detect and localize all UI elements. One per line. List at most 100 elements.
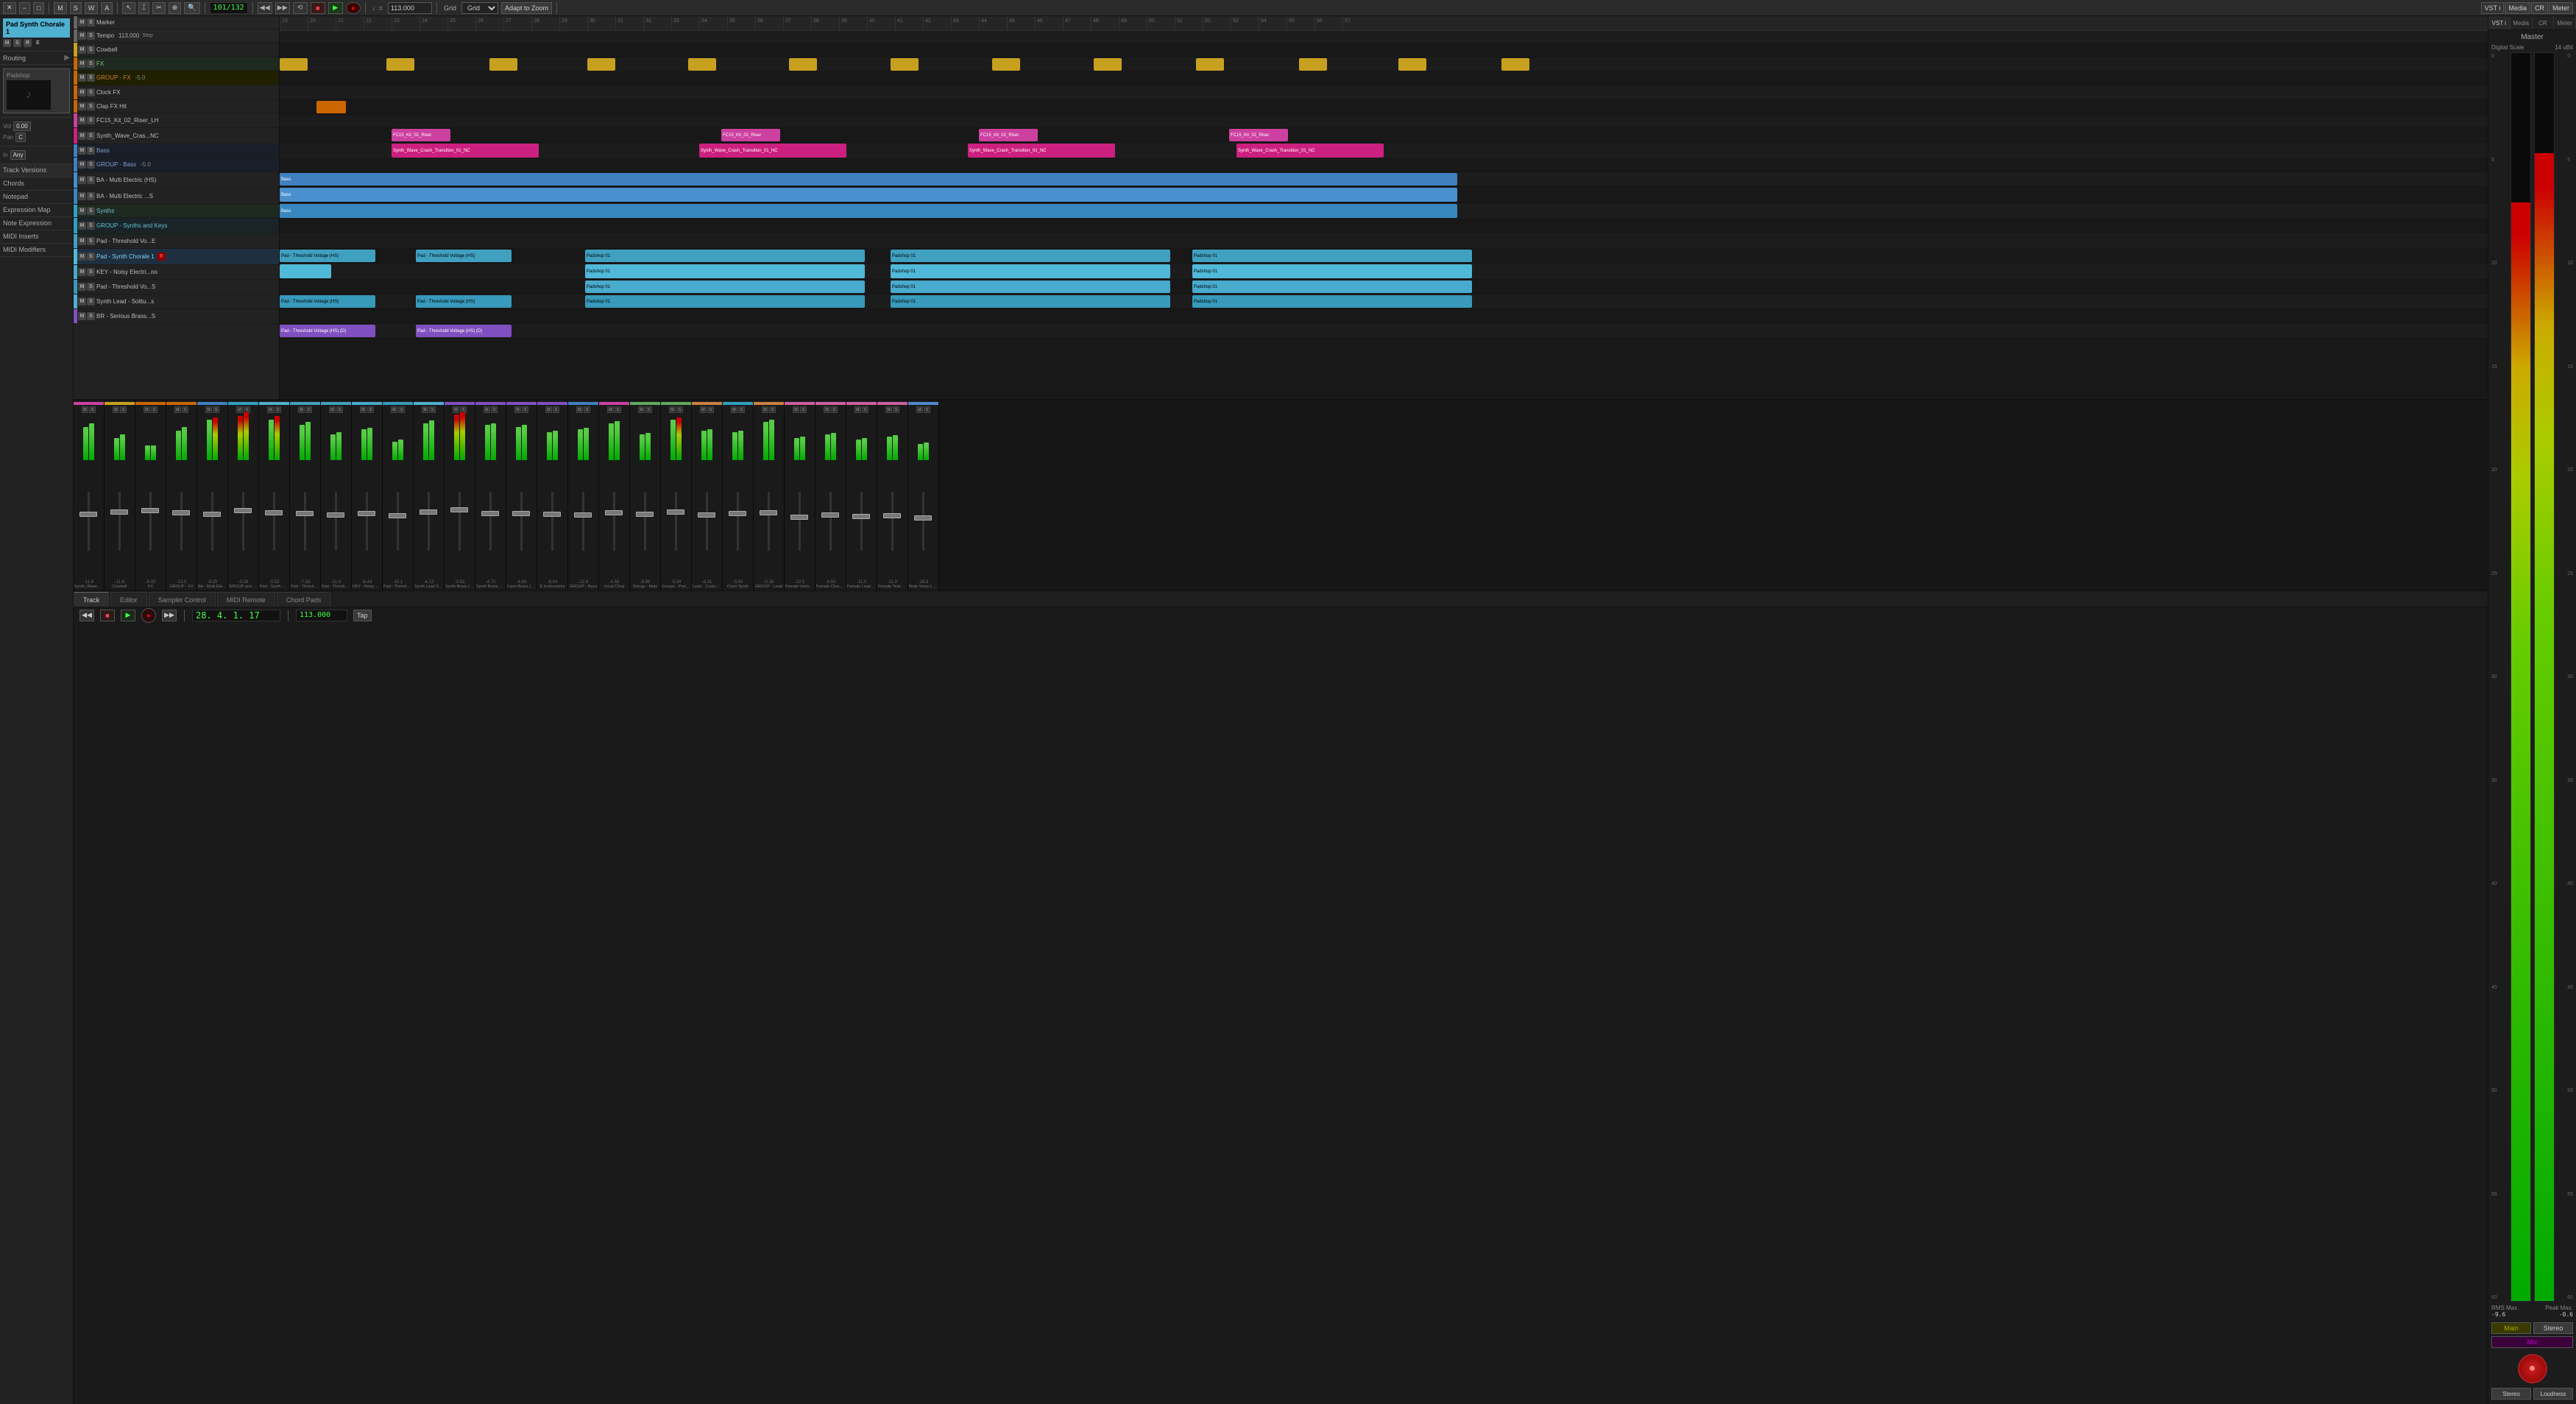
track-header-cowbell[interactable]: M S Cowbell — [74, 43, 279, 57]
bass-s[interactable]: S — [87, 147, 95, 155]
clip-row20-1[interactable]: Pad - Threshold Voltage (HS) (D) — [416, 325, 512, 337]
ch-s-btn-14[interactable]: S — [522, 406, 528, 413]
ch-m-btn-0[interactable]: M — [82, 406, 88, 413]
ch-m-btn-4[interactable]: M — [205, 406, 212, 413]
loudness-btn[interactable]: Loudness — [2533, 1388, 2573, 1400]
ch-fader-knob-25[interactable] — [852, 514, 870, 519]
ch-s-btn-13[interactable]: S — [491, 406, 498, 413]
mix-btn[interactable]: Mix — [2491, 1336, 2573, 1348]
clip-row18-0[interactable]: Pad - Threshold Voltage (HS) — [280, 295, 375, 308]
clip-row16-2[interactable]: Padshop 01 — [891, 264, 1170, 278]
clip-row2-6[interactable] — [891, 58, 919, 71]
clip-row2-1[interactable] — [386, 58, 414, 71]
track-header-clockfx[interactable]: M S Clock FX — [74, 85, 279, 100]
clip-row18-2[interactable]: Padshop 01 — [585, 295, 865, 308]
stereo-btn[interactable]: Stereo — [2533, 1322, 2573, 1334]
notepad-section[interactable]: Notepad — [0, 191, 73, 204]
tab-chord-pads[interactable]: Chord Pads — [277, 592, 331, 607]
synths-m[interactable]: M — [78, 207, 86, 215]
meter-tab-btn[interactable]: Meter — [2549, 2, 2573, 14]
sl-s[interactable]: S — [87, 297, 95, 306]
gfx-s[interactable]: S — [87, 74, 95, 82]
tab-midi-remote[interactable]: MIDI Remote — [217, 592, 275, 607]
kn-s[interactable]: S — [87, 268, 95, 276]
ch-fader-knob-27[interactable] — [914, 515, 932, 521]
track-header-marker[interactable]: M S Marker — [74, 16, 279, 29]
status-record[interactable]: ● — [141, 608, 156, 623]
gbass-s[interactable]: S — [87, 160, 95, 169]
inspector-s-btn[interactable]: S — [13, 39, 21, 47]
routing-toggle[interactable]: Routing ▶ — [3, 54, 70, 62]
clip-row2-3[interactable] — [587, 58, 615, 71]
clip-row15-4[interactable]: Padshop 01 — [1192, 250, 1472, 262]
track-header-key-noisy[interactable]: M S KEY - Noisy Electri...no — [74, 265, 279, 280]
clip-row2-8[interactable] — [1094, 58, 1122, 71]
ch-m-btn-2[interactable]: M — [144, 406, 150, 413]
ch-fader-knob-0[interactable] — [79, 512, 97, 517]
clip-row2-7[interactable] — [992, 58, 1020, 71]
track-header-bass[interactable]: M S Bass — [74, 144, 279, 158]
ch-s-btn-10[interactable]: S — [398, 406, 405, 413]
clip-row8-2[interactable]: Synth_Wave_Crash_Transition_01_NC — [968, 144, 1115, 158]
media-tab-btn[interactable]: Media — [2505, 2, 2530, 14]
ch-fader-knob-6[interactable] — [265, 510, 283, 515]
status-play[interactable]: ▶ — [121, 610, 135, 621]
ch-s-btn-24[interactable]: S — [831, 406, 838, 413]
ch-fader-knob-21[interactable] — [729, 511, 746, 516]
clip-row7-0[interactable]: FC15_Kit_02_Riser — [392, 129, 450, 141]
pts-s[interactable]: S — [87, 283, 95, 291]
min-btn[interactable]: − — [19, 2, 30, 14]
ba2-s[interactable]: S — [87, 192, 95, 200]
ch-m-btn-21[interactable]: M — [731, 406, 737, 413]
cowbell-m[interactable]: M — [78, 46, 86, 54]
inspector-e-btn[interactable]: E — [34, 39, 42, 47]
clip-row2-11[interactable] — [1398, 58, 1426, 71]
ch-m-btn-10[interactable]: M — [391, 406, 397, 413]
track-header-fc15[interactable]: M S FC15_Kit_02_Riser_LH — [74, 113, 279, 128]
clip-row11-0[interactable]: Bass — [280, 188, 1457, 202]
track-versions-section[interactable]: Track Versions — [0, 164, 73, 177]
gfx-m[interactable]: M — [78, 74, 86, 82]
br-m[interactable]: M — [78, 312, 86, 320]
cowbell-s[interactable]: S — [87, 46, 95, 54]
clip-row8-3[interactable]: Synth_Wave_Crash_Transition_01_NC — [1236, 144, 1384, 158]
track-header-pad-thresh-e[interactable]: M S Pad - Threshold Vo...E — [74, 234, 279, 249]
ch-m-btn-25[interactable]: M — [854, 406, 861, 413]
ch-m-btn-5[interactable]: M — [236, 406, 243, 413]
big-record-btn[interactable]: ● — [2518, 1354, 2547, 1383]
cr-tab-btn[interactable]: CR — [2531, 2, 2548, 14]
bass-m[interactable]: M — [78, 147, 86, 155]
adapt-zoom-btn[interactable]: Adapt to Zoom — [501, 2, 552, 14]
ch-m-btn-27[interactable]: M — [916, 406, 923, 413]
ch-fader-knob-4[interactable] — [203, 512, 221, 517]
ch-s-btn-2[interactable]: S — [151, 406, 158, 413]
ch-m-btn-18[interactable]: M — [638, 406, 645, 413]
track-header-synthlead[interactable]: M S Synth Lead - Solitu...s — [74, 294, 279, 309]
ch-fader-knob-22[interactable] — [760, 510, 777, 515]
close-btn[interactable]: ✕ — [3, 2, 16, 14]
ch-m-btn-3[interactable]: M — [174, 406, 181, 413]
fc15-m[interactable]: M — [78, 116, 86, 124]
track-header-group-bass[interactable]: M S GROUP - Bass -5.0 — [74, 158, 279, 172]
mode-a[interactable]: A — [101, 2, 113, 14]
pch-s[interactable]: S — [87, 253, 95, 261]
ch-s-btn-4[interactable]: S — [213, 406, 219, 413]
track-header-clapfx[interactable]: M S Clap FX Hit — [74, 100, 279, 113]
ch-fader-knob-7[interactable] — [296, 511, 314, 516]
tab-track[interactable]: Track — [74, 592, 109, 607]
clip-row15-1[interactable]: Pad - Threshold Voltage (HS) — [416, 250, 512, 262]
synths-s[interactable]: S — [87, 207, 95, 215]
ch-m-btn-6[interactable]: M — [267, 406, 274, 413]
ch-fader-knob-26[interactable] — [883, 513, 901, 518]
ch-fader-knob-9[interactable] — [358, 511, 375, 516]
clip-row2-0[interactable] — [280, 58, 308, 71]
midi-inserts-section[interactable]: MIDI Inserts — [0, 230, 73, 244]
clip-row10-0[interactable]: Bass — [280, 173, 1457, 186]
track-header-tempo[interactable]: M S Tempo 113.000 Step — [74, 29, 279, 43]
clip-row20-0[interactable]: Pad - Threshold Voltage (HS) (D) — [280, 325, 375, 337]
ch-fader-knob-5[interactable] — [234, 508, 252, 513]
tab-editor[interactable]: Editor — [110, 592, 147, 607]
clip-row18-1[interactable]: Pad - Threshold Voltage (HS) — [416, 295, 512, 308]
clip-row16-0[interactable] — [280, 264, 331, 278]
note-expression-section[interactable]: Note Expression — [0, 217, 73, 230]
